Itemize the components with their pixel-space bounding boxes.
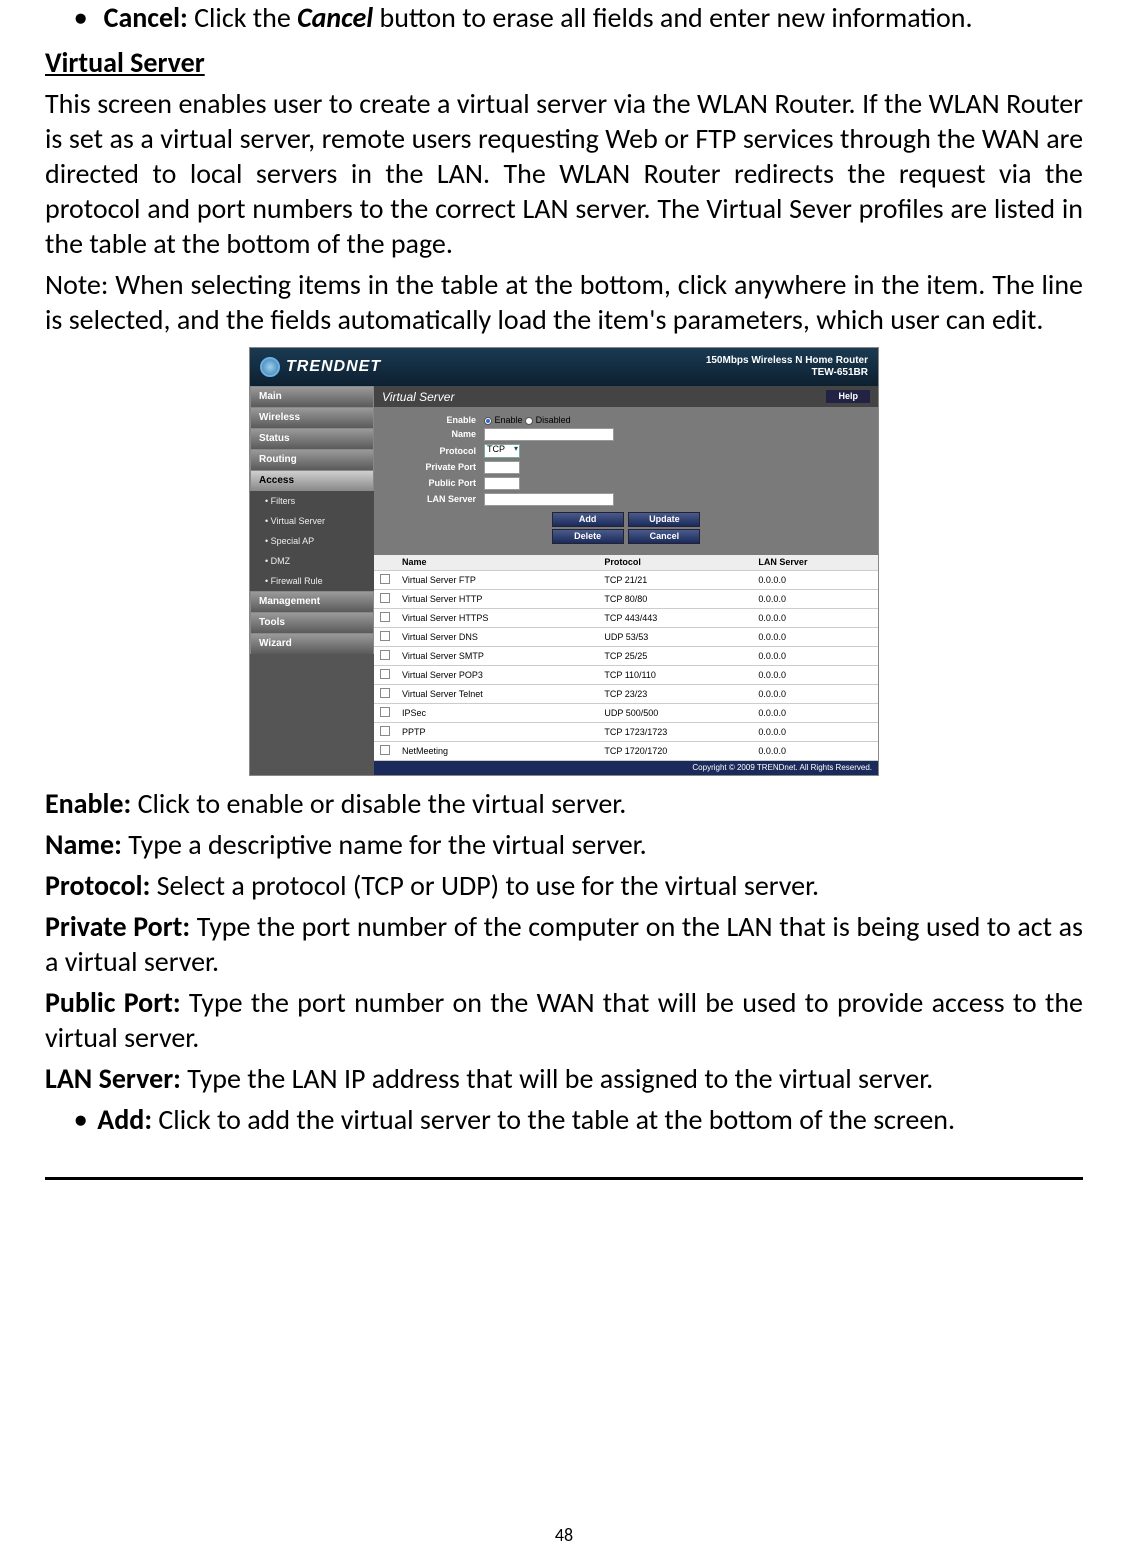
row-checkbox[interactable] [380,650,390,660]
panel-title-bar: Virtual Server Help [374,386,878,407]
row-checkbox[interactable] [380,707,390,717]
name-label: Name [384,430,484,439]
public-port-input[interactable] [484,477,520,490]
page-number: 48 [0,1524,1128,1547]
table-row[interactable]: Virtual Server FTPTCP 21/210.0.0.0 [374,571,878,590]
table-row[interactable]: Virtual Server DNSUDP 53/530.0.0.0 [374,628,878,647]
intro-para-1: This screen enables user to create a vir… [45,86,1083,261]
desc-add-bullet: Add: Click to add the virtual server to … [100,1102,1083,1137]
name-input[interactable] [484,428,614,441]
sidebar-item-wizard[interactable]: Wizard [250,633,374,654]
cancel-button-name: Cancel [297,0,373,35]
row-checkbox[interactable] [380,612,390,622]
enable-label: Enable [384,416,484,425]
th-lan: LAN Server [752,555,878,571]
desc-protocol: Protocol: Select a protocol (TCP or UDP)… [45,868,1083,903]
panel-title: Virtual Server [382,391,454,403]
table-row[interactable]: Virtual Server HTTPTCP 80/800.0.0.0 [374,590,878,609]
row-checkbox[interactable] [380,726,390,736]
sidebar-item-access[interactable]: Access [250,470,374,491]
row-checkbox[interactable] [380,593,390,603]
protocol-label: Protocol [384,447,484,456]
table-row[interactable]: Virtual Server TelnetTCP 23/230.0.0.0 [374,685,878,704]
enable-radio-on[interactable] [484,417,492,425]
public-port-label: Public Port [384,479,484,488]
cancel-bullet: Cancel: Click the Cancel button to erase… [100,0,1083,35]
table-row[interactable]: Virtual Server HTTPSTCP 443/4430.0.0.0 [374,609,878,628]
section-heading: Virtual Server [45,45,1083,80]
desc-lan: LAN Server: Type the LAN IP address that… [45,1061,1083,1096]
table-row[interactable]: PPTPTCP 1723/17230.0.0.0 [374,723,878,742]
sidebar-subitem[interactable]: • Special AP [250,531,374,551]
row-checkbox[interactable] [380,631,390,641]
sidebar-subitem[interactable]: • Firewall Rule [250,571,374,591]
profiles-table: Name Protocol LAN Server Virtual Server … [374,555,878,761]
router-header: TRENDNET 150Mbps Wireless N Home Router … [250,348,878,386]
update-button[interactable]: Update [628,512,700,527]
sidebar-item-main[interactable]: Main [250,386,374,407]
cancel-label: Cancel: [104,0,188,35]
help-button[interactable]: Help [826,390,870,403]
lan-server-input[interactable] [484,493,614,506]
enable-radio-off[interactable] [525,417,533,425]
row-checkbox[interactable] [380,688,390,698]
sidebar-item-routing[interactable]: Routing [250,449,374,470]
row-checkbox[interactable] [380,574,390,584]
sidebar: MainWirelessStatusRoutingAccess• Filters… [250,386,374,775]
th-name: Name [396,555,598,571]
lan-server-label: LAN Server [384,495,484,504]
delete-button[interactable]: Delete [552,529,624,544]
sidebar-subitem[interactable]: • Virtual Server [250,511,374,531]
globe-icon [260,357,280,377]
sidebar-subitem[interactable]: • Filters [250,491,374,511]
sidebar-item-tools[interactable]: Tools [250,612,374,633]
desc-private: Private Port: Type the port number of th… [45,909,1083,979]
add-button[interactable]: Add [552,512,624,527]
sidebar-item-status[interactable]: Status [250,428,374,449]
desc-enable: Enable: Click to enable or disable the v… [45,786,1083,821]
desc-name: Name: Type a descriptive name for the vi… [45,827,1083,862]
brand-logo: TRENDNET [260,357,381,377]
sidebar-subitem[interactable]: • DMZ [250,551,374,571]
ss-cancel-button[interactable]: Cancel [628,529,700,544]
intro-para-2: Note: When selecting items in the table … [45,267,1083,337]
footer-rule [45,1177,1083,1180]
table-row[interactable]: IPSecUDP 500/5000.0.0.0 [374,704,878,723]
copyright-footer: Copyright © 2009 TRENDnet. All Rights Re… [374,761,878,775]
sidebar-item-wireless[interactable]: Wireless [250,407,374,428]
screenshot-figure: TRENDNET 150Mbps Wireless N Home Router … [45,347,1083,776]
desc-public: Public Port: Type the port number on the… [45,985,1083,1055]
private-port-label: Private Port [384,463,484,472]
product-name: 150Mbps Wireless N Home Router TEW-651BR [706,355,868,379]
private-port-input[interactable] [484,461,520,474]
row-checkbox[interactable] [380,669,390,679]
sidebar-item-management[interactable]: Management [250,591,374,612]
table-row[interactable]: Virtual Server POP3TCP 110/1100.0.0.0 [374,666,878,685]
table-row[interactable]: Virtual Server SMTPTCP 25/250.0.0.0 [374,647,878,666]
table-row[interactable]: NetMeetingTCP 1720/17200.0.0.0 [374,742,878,761]
protocol-select[interactable]: TCP [484,444,520,458]
row-checkbox[interactable] [380,745,390,755]
th-protocol: Protocol [598,555,752,571]
